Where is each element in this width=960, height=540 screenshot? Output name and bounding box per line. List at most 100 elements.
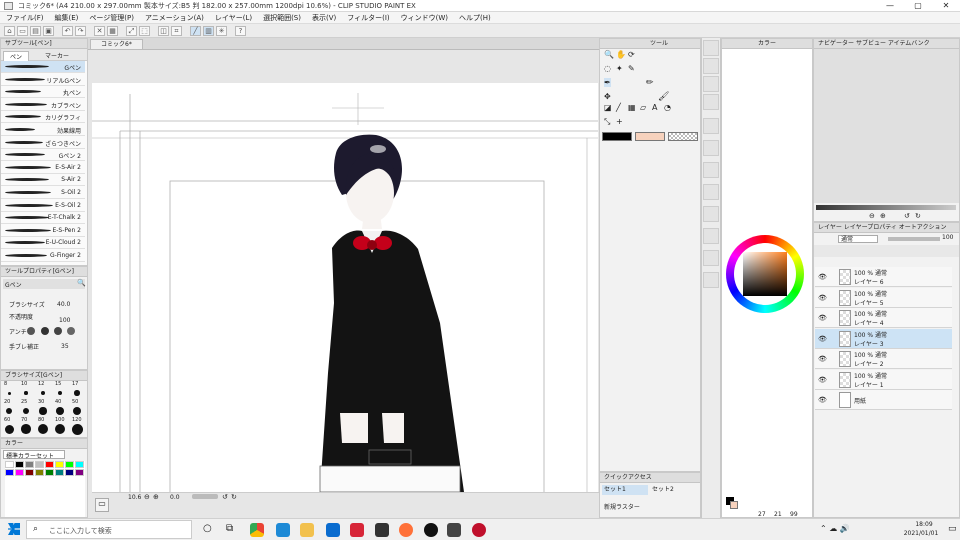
eye-icon[interactable]: 👁 — [818, 335, 827, 343]
eye-icon[interactable]: 👁 — [818, 273, 827, 281]
color-swatch[interactable] — [65, 469, 74, 476]
layer-opacity-value[interactable]: 100 — [942, 234, 953, 241]
tray-icons[interactable]: ⌃ ☁ 🔊 — [820, 524, 850, 533]
zoom-in-icon[interactable]: ⊕ — [153, 493, 159, 501]
brush-size-option[interactable]: 70 — [18, 417, 35, 435]
app-icon[interactable] — [424, 523, 438, 537]
brush-size-option[interactable]: 120 — [69, 417, 86, 435]
color-swatch[interactable] — [55, 461, 64, 468]
snap-grid-icon[interactable]: ✳ — [216, 26, 227, 36]
side-tool-icon[interactable] — [703, 118, 719, 134]
pen-tool-icon[interactable]: ✒ — [604, 78, 611, 87]
clip-studio-paint-icon[interactable] — [472, 523, 486, 537]
brush-size-option[interactable]: 100 — [52, 417, 69, 435]
brush-size-option[interactable]: 30 — [35, 399, 52, 417]
rotation-slider[interactable] — [192, 494, 218, 499]
color-swatch[interactable] — [65, 461, 74, 468]
deselect-icon[interactable]: ⬚ — [139, 26, 150, 36]
tab-itembank[interactable]: アイテムバンク — [888, 40, 930, 47]
notification-icon[interactable]: ▭ — [948, 524, 957, 534]
layer-row[interactable]: 👁 100 % 通常 レイヤー 2 — [815, 349, 952, 369]
brush-item[interactable]: S-Oil 2 — [1, 187, 85, 199]
brush-size-option[interactable]: 15 — [52, 381, 69, 399]
color-swatch[interactable] — [5, 469, 14, 476]
color-swatch[interactable] — [35, 461, 44, 468]
tab-subview[interactable]: サブビュー — [856, 40, 886, 47]
eye-icon[interactable]: 👁 — [818, 376, 827, 384]
search-icon[interactable]: 🔍 — [77, 279, 86, 287]
brush-size-option[interactable]: 10 — [18, 381, 35, 399]
layer-row[interactable]: 👁 100 % 通常 レイヤー 4 — [815, 308, 952, 328]
sub-color-swatch[interactable] — [635, 132, 665, 141]
color-set-dropdown[interactable]: 標準カラーセット — [3, 450, 65, 460]
start-icon[interactable] — [8, 523, 20, 535]
layer-row[interactable]: 👁 100 % 通常 レイヤー 5 — [815, 287, 952, 308]
layer-opacity-slider[interactable] — [888, 237, 940, 241]
side-tool-icon[interactable] — [703, 184, 719, 200]
color-swatch[interactable] — [75, 469, 84, 476]
quick-access-tab-set2[interactable]: セット2 — [650, 485, 696, 495]
side-tool-icon[interactable] — [703, 228, 719, 244]
color-swatch[interactable] — [35, 469, 44, 476]
main-color-swatch[interactable] — [602, 132, 632, 141]
color-swatch[interactable] — [45, 461, 54, 468]
navigator-zoom-slider[interactable] — [816, 205, 956, 210]
tab-layer-property[interactable]: レイヤープロパティ — [844, 224, 897, 231]
layer-row[interactable]: 👁 100 % 通常 レイヤー 6 — [815, 267, 952, 287]
eyedropper-icon[interactable]: ✎ — [628, 64, 635, 73]
side-tool-icon[interactable] — [703, 162, 719, 178]
antialias-option[interactable] — [54, 327, 62, 335]
color-swatch[interactable] — [5, 461, 14, 468]
lasso-icon[interactable]: ◌ — [604, 64, 611, 73]
zoom-tool-icon[interactable]: 🔍 — [604, 50, 614, 59]
brush-size-option[interactable]: 80 — [35, 417, 52, 435]
brush-item[interactable]: S-Air 2 — [1, 174, 85, 187]
transform-icon[interactable]: ⤢ — [126, 26, 137, 36]
brush-size-option[interactable]: 8 — [1, 381, 18, 399]
brush-icon[interactable]: 🖌 — [658, 92, 669, 102]
menu-edit[interactable]: 編集(E) — [55, 12, 79, 23]
sub-color-indicator[interactable] — [730, 501, 738, 509]
color-square[interactable] — [743, 252, 787, 296]
brush-item[interactable]: G-Finger 2 — [1, 250, 85, 262]
side-tool-icon[interactable] — [703, 250, 719, 266]
chrome-icon[interactable] — [250, 523, 264, 537]
zoom-out-icon[interactable]: ⊖ — [144, 493, 150, 501]
side-tool-icon[interactable] — [703, 272, 719, 288]
blend-mode-select[interactable]: 通常 — [838, 235, 878, 243]
menu-animation[interactable]: アニメーション(A) — [145, 12, 204, 23]
clip-studio-icon[interactable] — [447, 523, 461, 537]
brush-item[interactable]: E-S-Pen 2 — [1, 225, 85, 237]
menu-layer[interactable]: レイヤー(L) — [215, 12, 252, 23]
layer-row[interactable]: 👁 100 % 通常 レイヤー 1 — [815, 369, 952, 390]
side-tool-icon[interactable] — [703, 58, 719, 74]
rotate-right-icon[interactable]: ↻ — [915, 212, 921, 220]
color-wheel[interactable] — [726, 235, 804, 313]
color-swatch[interactable] — [45, 469, 54, 476]
rotate-tool-icon[interactable]: ⟳ — [628, 50, 635, 59]
brush-item[interactable]: E-T-Chalk 2 — [1, 212, 85, 225]
brush-item[interactable]: 効果線用 — [1, 124, 85, 136]
undo-icon[interactable]: ↶ — [62, 26, 73, 36]
opacity-value[interactable]: 100 — [59, 317, 70, 324]
layer-row[interactable]: 👁 用紙 — [815, 390, 952, 410]
line-tool-icon[interactable]: ╱ — [616, 103, 621, 112]
cortana-icon[interactable]: ○ — [203, 523, 212, 534]
taskbar-search[interactable]: ⌕ ここに入力して検索 — [26, 520, 192, 539]
clear-icon[interactable]: ✕ — [94, 26, 105, 36]
open-file-icon[interactable]: ▤ — [30, 26, 41, 36]
brush-item[interactable]: Gペン — [1, 61, 85, 73]
menu-view[interactable]: 表示(V) — [312, 12, 336, 23]
brush-size-option[interactable]: 60 — [1, 417, 18, 435]
correction-icon[interactable]: ⤡ — [604, 117, 610, 127]
explorer-icon[interactable] — [300, 523, 314, 537]
stabilize-value[interactable]: 35 — [61, 343, 69, 350]
text-tool-icon[interactable]: A — [652, 103, 657, 112]
tab-auto-action[interactable]: オートアクション — [899, 224, 947, 231]
canvas-tab[interactable]: コミック6* — [90, 39, 143, 50]
layer-row[interactable]: 👁 100 % 通常 レイヤー 3 — [815, 328, 952, 349]
quick-access-tab-set1[interactable]: セット1 — [602, 485, 648, 495]
fill-icon[interactable]: ▦ — [107, 26, 118, 36]
magic-wand-icon[interactable]: ✦ — [616, 64, 623, 73]
eye-icon[interactable]: 👁 — [818, 396, 827, 404]
